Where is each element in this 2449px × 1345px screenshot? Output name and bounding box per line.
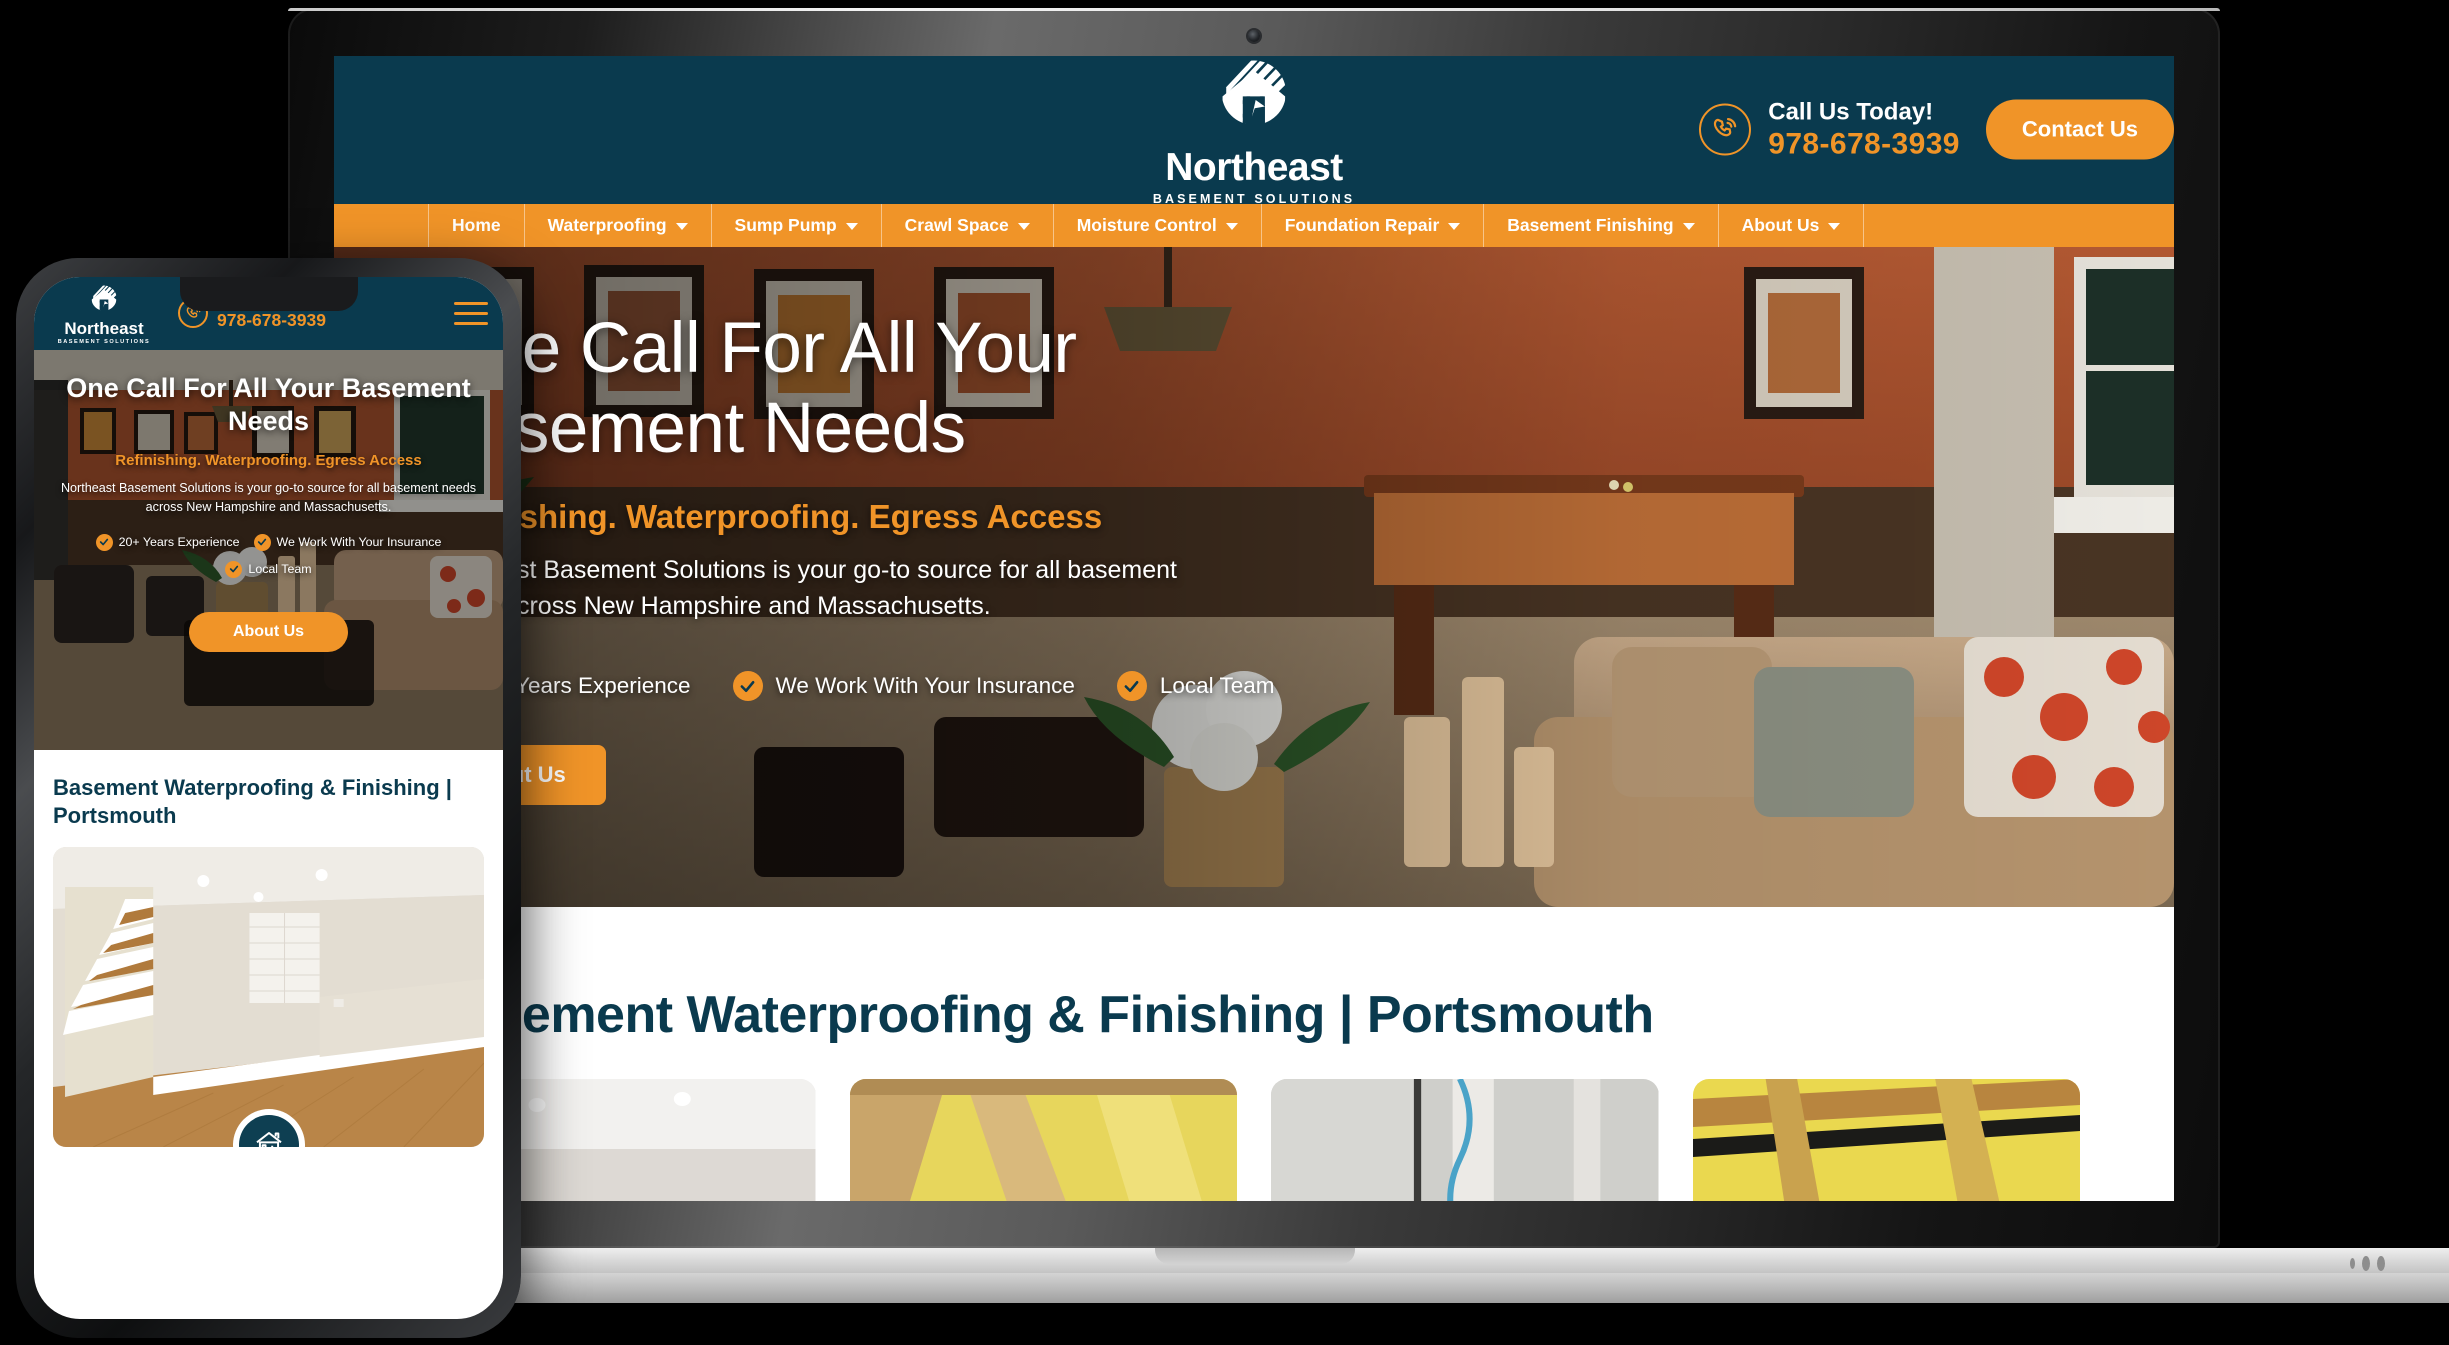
services-section: Basement Waterproofing & Finishing | Por…	[334, 907, 2174, 1201]
hero-feature-list: 20+ Years Experience We Work With Your I…	[428, 671, 2114, 702]
nav-item-basement-finishing[interactable]: Basement Finishing	[1484, 204, 1719, 247]
nav-item-waterproofing[interactable]: Waterproofing	[525, 204, 712, 247]
main-navigation: Home Waterproofing Sump Pump Crawl Space…	[334, 204, 2174, 247]
chevron-down-icon	[1225, 223, 1238, 230]
hero-feature-label: We Work With Your Insurance	[775, 673, 1075, 699]
hero-content: One Call For All Your Basement Needs Ref…	[428, 309, 2114, 806]
nav-label: Basement Finishing	[1507, 215, 1674, 235]
contact-us-button[interactable]: Contact Us	[1985, 99, 2174, 160]
nav-label: Sump Pump	[734, 215, 837, 235]
mobile-hero-paragraph: Northeast Basement Solutions is your go-…	[60, 481, 477, 514]
mobile-site-logo[interactable]: Northeast BASEMENT SOLUTIONS	[48, 283, 160, 345]
laptop-screen: Northeast BASEMENT SOLUTIONS Call Us Tod…	[334, 56, 2174, 1201]
mobile-feature-item: Local Team	[50, 560, 487, 578]
laptop-mockup: Northeast BASEMENT SOLUTIONS Call Us Tod…	[28, 8, 2449, 1303]
call-us-block[interactable]: Call Us Today! 978-678-3939	[1699, 99, 1960, 162]
phone-mockup: Northeast BASEMENT SOLUTIONS Call Us Tod…	[16, 258, 521, 1338]
service-card[interactable]	[1692, 1079, 2080, 1201]
mobile-services-section: Basement Waterproofing & Finishing | Por…	[34, 750, 503, 1148]
service-card[interactable]	[849, 1079, 1237, 1201]
hero-feature-label: Local Team	[1159, 673, 1275, 699]
call-label: Call Us Today!	[1768, 98, 1934, 126]
nav-label: About Us	[1741, 215, 1820, 235]
nav-item-about-us[interactable]: About Us	[1719, 204, 1865, 247]
chevron-down-icon	[675, 223, 688, 230]
check-circle-icon	[253, 533, 271, 551]
phone-number[interactable]: 978-678-3939	[217, 310, 326, 331]
mobile-feature-label: 20+ Years Experience	[118, 535, 240, 550]
mobile-about-us-button[interactable]: About Us	[188, 611, 349, 652]
mobile-feature-item: 20+ Years Experience	[95, 533, 240, 551]
house-logo-icon	[1208, 56, 1300, 146]
brand-tagline: BASEMENT SOLUTIONS	[57, 338, 151, 345]
check-circle-icon	[225, 560, 243, 578]
mobile-hero-subheading: Refinishing. Waterproofing. Egress Acces…	[115, 452, 422, 470]
mobile-feature-list: 20+ Years Experience We Work With Your I…	[50, 533, 487, 578]
hamburger-menu-icon[interactable]	[454, 302, 488, 325]
chevron-down-icon	[1448, 223, 1461, 230]
phone-number[interactable]: 978-678-3939	[1768, 126, 1960, 161]
mobile-feature-label: We Work With Your Insurance	[276, 535, 442, 550]
mockup-stage: Northeast BASEMENT SOLUTIONS Call Us Tod…	[0, 0, 2449, 1345]
mobile-feature-item: We Work With Your Insurance	[253, 533, 442, 551]
mobile-service-photo[interactable]	[53, 847, 484, 1148]
hero-heading: One Call For All Your Basement Needs	[428, 309, 1077, 468]
hero-paragraph: Northeast Basement Solutions is your go-…	[428, 556, 1177, 620]
laptop-base-notch	[1154, 1248, 1355, 1264]
brand-tagline: BASEMENT SOLUTIONS	[1152, 192, 1356, 206]
chevron-down-icon	[1017, 223, 1030, 230]
mobile-hero-heading: One Call For All Your Basement Needs	[66, 373, 471, 437]
check-circle-icon	[95, 533, 113, 551]
hero-feature-item: Local Team	[1116, 671, 1275, 702]
check-circle-icon	[1116, 671, 1147, 702]
hero-subheading: Refinishing. Waterproofing. Egress Acces…	[428, 498, 1103, 536]
mobile-feature-label: Local Team	[248, 562, 312, 577]
nav-item-sump-pump[interactable]: Sump Pump	[712, 204, 882, 247]
mobile-hero-section: One Call For All Your Basement Needs Ref…	[34, 350, 503, 750]
service-card[interactable]	[1271, 1079, 1659, 1201]
hero-section: One Call For All Your Basement Needs Ref…	[334, 247, 2174, 907]
phone-ring-icon	[1699, 103, 1752, 156]
mobile-hero-content: One Call For All Your Basement Needs Ref…	[34, 350, 503, 750]
nav-item-home[interactable]: Home	[428, 204, 525, 247]
nav-item-crawl-space[interactable]: Crawl Space	[882, 204, 1054, 247]
webcam-icon	[1248, 30, 1260, 42]
nav-label: Home	[452, 215, 501, 235]
section-title: Basement Waterproofing & Finishing | Por…	[428, 986, 1654, 1044]
nav-label: Crawl Space	[904, 215, 1009, 235]
brand-name: Northeast	[1165, 146, 1343, 189]
house-basement-icon	[238, 1115, 299, 1148]
check-circle-icon	[732, 671, 763, 702]
chevron-down-icon	[1682, 223, 1695, 230]
header-right-group: Call Us Today! 978-678-3939 Contact Us	[1699, 99, 2174, 162]
call-text: Call Us Today! 978-678-3939	[1768, 99, 1960, 162]
mobile-section-title: Basement Waterproofing & Finishing | Por…	[53, 775, 452, 829]
nav-item-foundation-repair[interactable]: Foundation Repair	[1262, 204, 1485, 247]
nav-label: Moisture Control	[1076, 215, 1217, 235]
phone-screen: Northeast BASEMENT SOLUTIONS Call Us Tod…	[34, 277, 503, 1319]
service-card-row	[428, 1079, 2080, 1201]
site-header: Northeast BASEMENT SOLUTIONS Call Us Tod…	[334, 56, 2174, 206]
brand-name: Northeast	[64, 318, 144, 338]
chevron-down-icon	[845, 223, 858, 230]
chevron-down-icon	[1828, 223, 1841, 230]
nav-item-moisture-control[interactable]: Moisture Control	[1054, 204, 1262, 247]
site-logo[interactable]: Northeast BASEMENT SOLUTIONS	[1153, 56, 1355, 206]
house-logo-icon	[86, 283, 122, 319]
nav-label: Waterproofing	[547, 215, 667, 235]
hero-feature-item: We Work With Your Insurance	[732, 671, 1075, 702]
nav-label: Foundation Repair	[1284, 215, 1440, 235]
laptop-speaker-icon	[2350, 1256, 2385, 1271]
phone-notch	[179, 277, 358, 311]
